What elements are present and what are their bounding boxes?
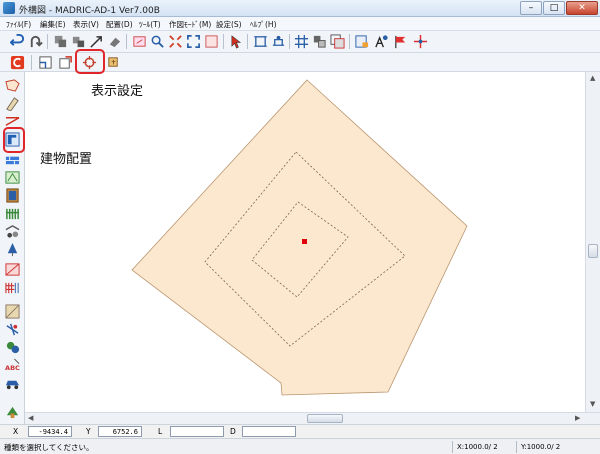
status-bar: 種類を選択してください。 X:1000.0/ 2 Y:1000.0/ 2 (0, 438, 600, 454)
edit-shape-icon[interactable] (5, 96, 20, 111)
carport-icon[interactable] (5, 224, 20, 239)
settings-icon[interactable] (106, 55, 121, 70)
scroll-down-icon[interactable]: ▼ (590, 400, 595, 408)
stair-icon[interactable] (5, 280, 20, 295)
redo-icon[interactable] (28, 34, 43, 49)
eraser-icon[interactable] (107, 34, 122, 49)
menu-file[interactable]: ﾌｧｲﾙ(F) (6, 19, 31, 30)
menu-tool[interactable]: ﾂｰﾙ(T) (139, 19, 161, 30)
left-toolbar: ABC (0, 72, 25, 424)
car-icon[interactable] (5, 376, 20, 391)
coordinate-bar: X -9434.4 Y 6752.6 L D (0, 424, 600, 438)
paving-icon[interactable] (5, 304, 20, 319)
arrow-line-icon[interactable] (89, 34, 104, 49)
light-icon[interactable] (5, 322, 20, 337)
building-placement-annotation: 建物配置 (40, 152, 93, 167)
block-wall-icon[interactable] (5, 152, 20, 167)
close-button[interactable]: ✕ (566, 1, 598, 15)
road-icon[interactable] (5, 262, 20, 277)
app-icon (3, 2, 15, 14)
display-settings-annotation: 表示設定 (91, 84, 144, 99)
save-icon[interactable] (38, 55, 53, 70)
measure-icon[interactable] (271, 34, 286, 49)
d-label: D (230, 427, 236, 436)
text-abc-icon[interactable]: ABC (5, 358, 20, 373)
select-pointer-icon[interactable] (229, 34, 244, 49)
terrain-icon[interactable] (5, 78, 20, 93)
origin-marker[interactable] (302, 239, 307, 244)
fence-icon[interactable] (5, 206, 20, 221)
dimension-icon[interactable] (253, 34, 268, 49)
gate-icon[interactable] (5, 170, 20, 185)
scroll-left-icon[interactable]: ◀ (28, 414, 33, 422)
paste-icon[interactable] (71, 34, 86, 49)
menu-view[interactable]: 表示(V) (73, 19, 99, 30)
undo-icon[interactable] (10, 34, 25, 49)
window-icon[interactable] (204, 34, 219, 49)
print-preview-icon[interactable] (354, 34, 369, 49)
l-label: L (158, 427, 163, 436)
lot-outline (131, 79, 468, 396)
zoom-fit-icon[interactable] (168, 34, 183, 49)
tree-icon[interactable] (5, 242, 20, 257)
copy-icon[interactable] (53, 34, 68, 49)
menu-bar: ﾌｧｲﾙ(F) 編集(E) 表示(V) 配置(D) ﾂｰﾙ(T) 作図ﾓｰﾄﾞ(… (0, 17, 600, 31)
maximize-button[interactable]: □ (543, 1, 565, 15)
vertical-scroll-thumb[interactable] (588, 244, 598, 258)
display-settings-highlight (75, 49, 105, 74)
door-icon[interactable] (5, 188, 20, 203)
direction-field[interactable] (242, 426, 296, 437)
horizontal-scrollbar[interactable]: ◀ ▶ (25, 412, 600, 424)
menu-help[interactable]: ﾍﾙﾌﾟ(H) (250, 19, 277, 30)
scroll-right-icon[interactable]: ▶ (575, 414, 580, 422)
site-plan (131, 79, 468, 396)
title-bar: 外構図 - MADRIC-AD-1 Ver7.00B – □ ✕ (0, 0, 600, 17)
minimize-button[interactable]: – (520, 1, 542, 15)
export-icon[interactable] (58, 55, 73, 70)
zoom-icon[interactable] (150, 34, 165, 49)
status-message: 種類を選択してください。 (4, 443, 94, 452)
zoom-area-icon[interactable] (186, 34, 201, 49)
vertical-scrollbar[interactable]: ▲ ▼ (585, 72, 600, 412)
x-label: X (13, 427, 19, 436)
menu-settings[interactable]: 設定(S) (216, 19, 242, 30)
layer-2-icon[interactable] (330, 34, 345, 49)
menu-edit[interactable]: 編集(E) (40, 19, 66, 30)
cross-marker-icon[interactable] (413, 34, 428, 49)
svg-text:ABC: ABC (5, 364, 20, 372)
y-coordinate-field[interactable]: 6752.6 (98, 426, 142, 437)
scroll-up-icon[interactable]: ▲ (590, 74, 595, 82)
drawing-canvas[interactable] (25, 72, 585, 412)
plant-icon[interactable] (5, 340, 20, 355)
menu-place[interactable]: 配置(D) (106, 19, 133, 30)
text-style-icon[interactable] (374, 34, 389, 49)
horizontal-scroll-thumb[interactable] (307, 414, 343, 423)
layer-icon[interactable] (312, 34, 327, 49)
scale-x-readout: X:1000.0/ 2 (452, 441, 512, 453)
redraw-icon[interactable] (132, 34, 147, 49)
misc-icon[interactable] (5, 404, 20, 419)
scale-y-readout: Y:1000.0/ 2 (516, 441, 596, 453)
length-field[interactable] (170, 426, 224, 437)
y-label: Y (86, 427, 91, 436)
x-coordinate-field[interactable]: -9434.4 (28, 426, 72, 437)
cancel-icon[interactable] (10, 55, 25, 70)
building-placement-highlight (3, 127, 25, 153)
flag-icon[interactable] (393, 34, 408, 49)
window-title: 外構図 - MADRIC-AD-1 Ver7.00B (19, 6, 160, 16)
grid-move-icon[interactable] (294, 34, 309, 49)
menu-draw-mode[interactable]: 作図ﾓｰﾄﾞ(M) (169, 19, 211, 30)
